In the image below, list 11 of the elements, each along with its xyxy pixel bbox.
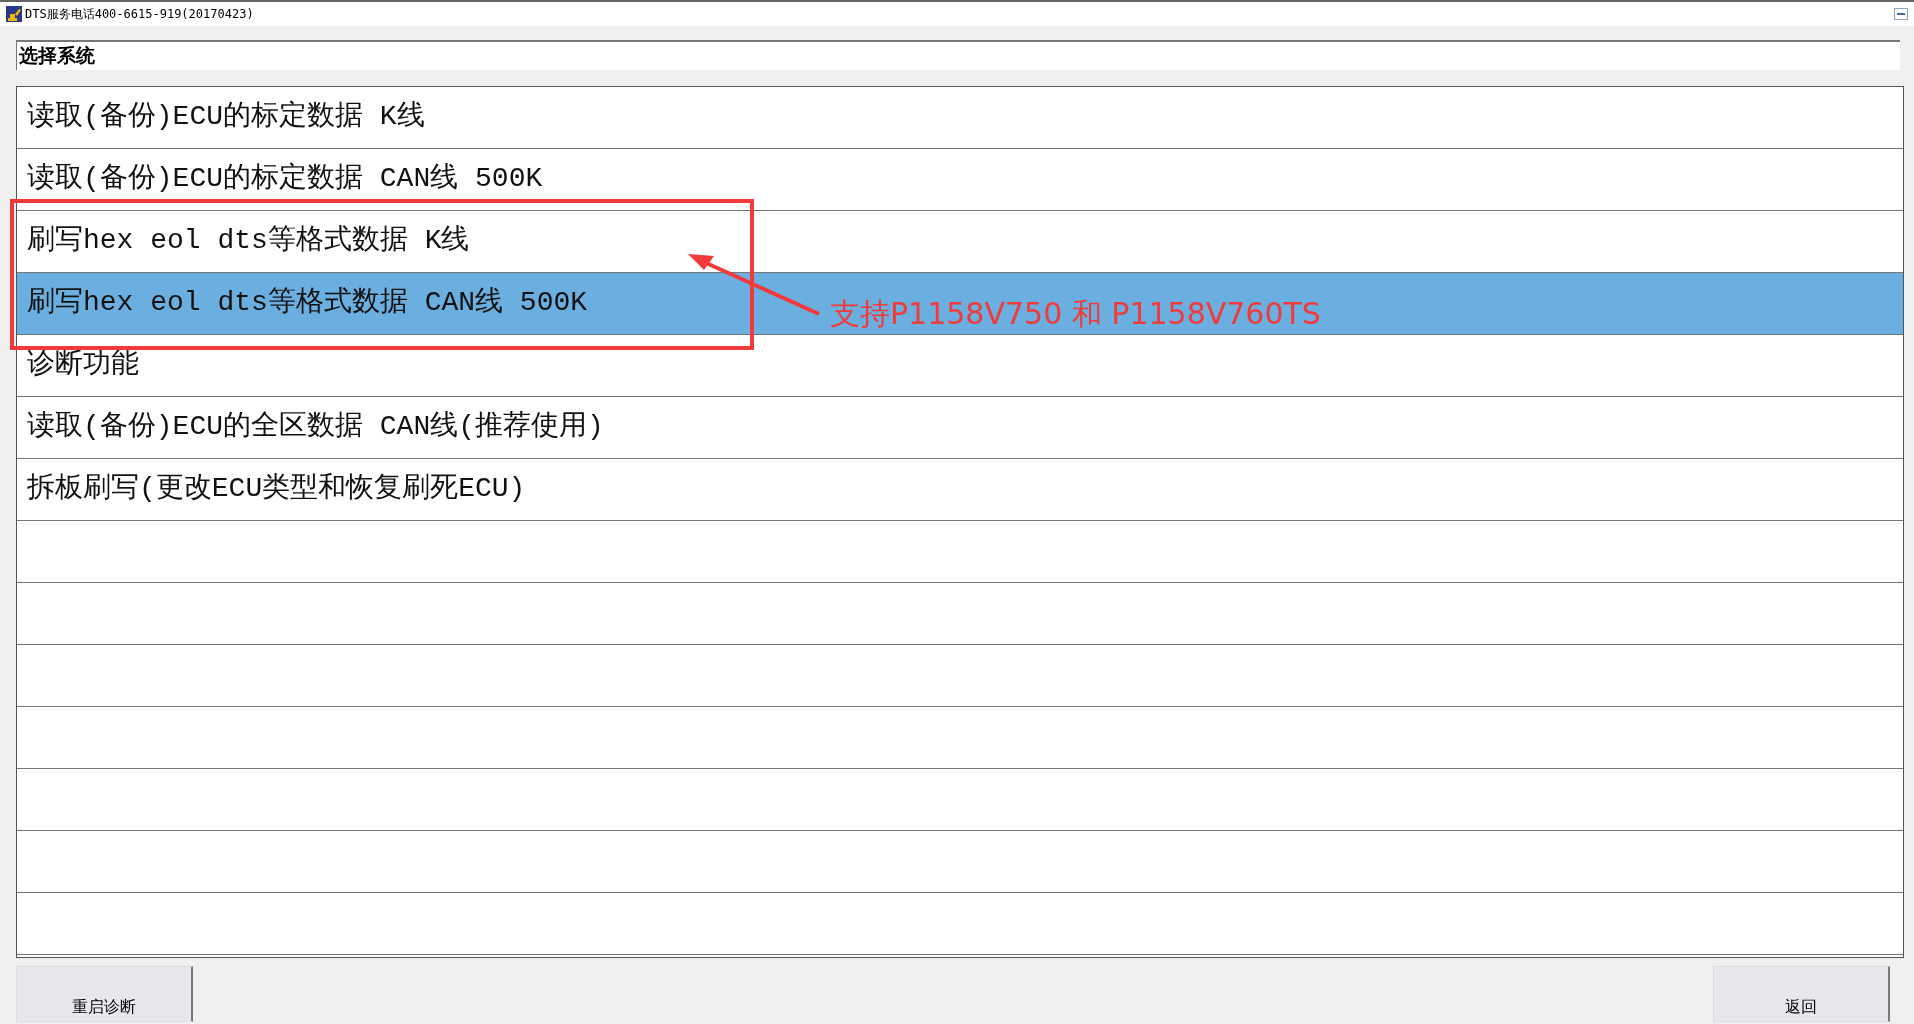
- header-field: 选择系统: [16, 40, 1900, 70]
- menu-item[interactable]: 读取(备份)ECU的全区数据 CAN线(推荐使用): [17, 397, 1903, 459]
- back-button[interactable]: 返回: [1713, 966, 1890, 1022]
- minimize-button[interactable]: [1894, 8, 1908, 20]
- restart-button[interactable]: 重启诊断: [16, 966, 193, 1022]
- menu-item[interactable]: 读取(备份)ECU的标定数据 CAN线 500K: [17, 149, 1903, 211]
- menu-item[interactable]: 诊断功能: [17, 335, 1903, 397]
- menu-item[interactable]: 读取(备份)ECU的标定数据 K线: [17, 87, 1903, 149]
- annotation-text: 支持P1158V750 和 P1158V760TS: [830, 295, 1321, 333]
- excavator-icon: [6, 6, 22, 22]
- window-title: DTS服务电话400-6615-919(20170423): [25, 5, 254, 23]
